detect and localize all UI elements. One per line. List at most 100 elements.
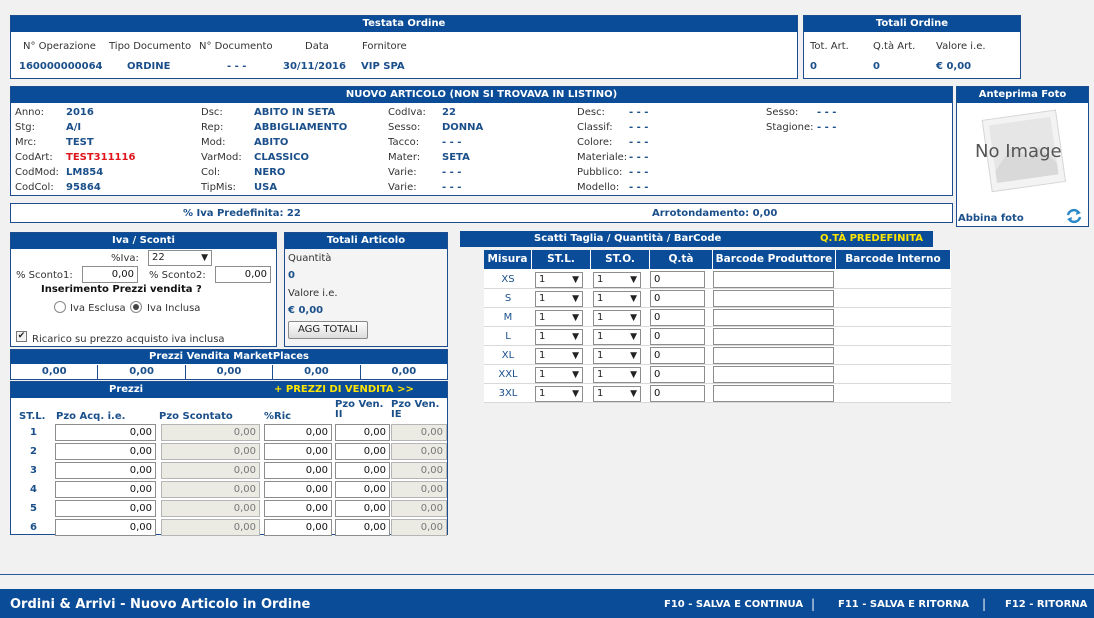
article-col4-value: - - - [629,107,649,118]
scatti-stl-select[interactable]: 1 ▼ [535,310,583,326]
refresh-icon[interactable] [1065,208,1083,224]
scatti-stl-select[interactable]: 1 ▼ [535,291,583,307]
totali-articolo-panel: Totali Articolo Quantità 0 Valore i.e. €… [284,232,448,347]
prezzi-acq-input[interactable]: 0,00 [55,481,156,498]
prezzi-ii-input[interactable]: 0,00 [335,519,390,536]
scatti-sto-value: 1 [597,312,604,323]
sconto2-input[interactable]: 0,00 [215,266,271,283]
scatti-sto-select[interactable]: 1 ▼ [593,367,641,383]
radio-iva-inclusa[interactable] [130,301,142,313]
article-col1-value: A/I [66,122,82,133]
footer-divider: | [811,597,816,611]
return-button[interactable]: F12 - RITORNA [1005,599,1087,610]
prezzi-row-stl: 1 [30,427,37,438]
prezzi-row-stl: 3 [30,465,37,476]
prezzi-header-acq: Pzo Acq. i.e. [56,411,126,422]
chevron-down-icon: ▼ [572,351,579,361]
scatti-sto-select[interactable]: 1 ▼ [593,310,641,326]
scatti-stl-select[interactable]: 1 ▼ [535,386,583,402]
save-return-button[interactable]: F11 - SALVA E RITORNA [838,599,969,610]
article-title: NUOVO ARTICOLO (NON SI TROVAVA IN LISTIN… [11,87,952,103]
article-col3-value: - - - [442,182,462,193]
default-iva-text: % Iva Predefinita: 22 [183,208,301,219]
prezzi-ii-input[interactable]: 0,00 [335,462,390,479]
prezzi-ric-input[interactable]: 0,00 [264,519,332,536]
scatti-barcode-input[interactable] [713,290,834,307]
match-photo-link[interactable]: Abbina foto [958,213,1024,224]
article-col3-label: Sesso: [388,122,421,133]
scatti-qty-input[interactable]: 0 [650,366,705,383]
prezzi-acq-input[interactable]: 0,00 [55,462,156,479]
scatti-stl-value: 1 [539,312,546,323]
prezzi-ii-input[interactable]: 0,00 [335,424,390,441]
prezzi-ric-input[interactable]: 0,00 [264,462,332,479]
prezzi-acq-input[interactable]: 0,00 [55,519,156,536]
chevron-down-icon: ▼ [630,294,637,304]
totali-articolo-title: Totali Articolo [285,233,447,249]
prezzi-ii-input[interactable]: 0,00 [335,500,390,517]
save-continue-button[interactable]: F10 - SALVA E CONTINUA [664,599,803,610]
scatti-barcode-input[interactable] [713,366,834,383]
prezzi-sco-input: 0,00 [161,424,260,441]
scatti-stl-select[interactable]: 1 ▼ [535,348,583,364]
article-col2-value: NERO [254,167,286,178]
scatti-stl-select[interactable]: 1 ▼ [535,329,583,345]
footer-divider: | [982,597,987,611]
page-title: Ordini & Arrivi - Nuovo Articolo in Ordi… [10,597,311,612]
prezzi-ric-input[interactable]: 0,00 [264,481,332,498]
totals-val-tot-art: 0 [810,61,817,72]
scatti-qty-input[interactable]: 0 [650,271,705,288]
prezzi-row-stl: 2 [30,446,37,457]
scatti-barcode-input[interactable] [713,271,834,288]
scatti-header-sto: ST.O. [591,250,650,269]
scatti-stl-select[interactable]: 1 ▼ [535,367,583,383]
prezzi-ii-input[interactable]: 0,00 [335,443,390,460]
scatti-sto-select[interactable]: 1 ▼ [593,272,641,288]
prezzi-ric-input[interactable]: 0,00 [264,443,332,460]
article-col2-value: USA [254,182,278,193]
scatti-stl-value: 1 [539,388,546,399]
prezzi-acq-input[interactable]: 0,00 [55,500,156,517]
prezzi-ie-input: 0,00 [391,424,447,441]
scatti-stl-select[interactable]: 1 ▼ [535,272,583,288]
scatti-size-label: 3XL [498,388,518,399]
prezzi-sco-input: 0,00 [161,462,260,479]
prezzi-acq-input[interactable]: 0,00 [55,424,156,441]
article-col1-value: TEST311116 [66,152,136,163]
scatti-barcode-input[interactable] [713,309,834,326]
iva-select[interactable]: 22 ▼ [148,250,212,266]
prezzi-header-ii: Pzo Ven. II [335,399,384,420]
scatti-qty-input[interactable]: 0 [650,290,705,307]
scatti-sto-select[interactable]: 1 ▼ [593,348,641,364]
scatti-sto-select[interactable]: 1 ▼ [593,291,641,307]
prezzi-acq-input[interactable]: 0,00 [55,443,156,460]
update-totals-button[interactable]: AGG TOTALI [288,321,368,339]
chevron-down-icon: ▼ [572,294,579,304]
iva-select-value: 22 [152,252,165,263]
totals-order-panel: Totali Ordine Tot. Art. Q.tà Art. Valore… [803,15,1021,79]
markup-checkbox[interactable]: ✔ [16,331,27,342]
scatti-sto-select[interactable]: 1 ▼ [593,386,641,402]
scatti-sto-select[interactable]: 1 ▼ [593,329,641,345]
article-col4-label: Materiale: [577,152,628,163]
prezzi-ric-input[interactable]: 0,00 [264,424,332,441]
default-qty-link[interactable]: Q.TÀ PREDEFINITA [820,231,923,247]
radio-iva-esclusa[interactable] [54,301,66,313]
scatti-title-bar: Scatti Taglia / Quantità / BarCode Q.TÀ … [460,231,933,247]
totals-col-valore: Valore i.e. [936,41,986,52]
scatti-qty-input[interactable]: 0 [650,309,705,326]
no-image-text: No Image [975,141,1062,162]
scatti-barcode-input[interactable] [713,328,834,345]
prezzi-ric-input[interactable]: 0,00 [264,500,332,517]
scatti-qty-input[interactable]: 0 [650,347,705,364]
sales-prices-link[interactable]: + PREZZI DI VENDITA >> [274,382,414,398]
scatti-size-label: M [503,312,513,323]
scatti-qty-input[interactable]: 0 [650,385,705,402]
scatti-header-stl: ST.L. [532,250,591,269]
scatti-barcode-input[interactable] [713,385,834,402]
scatti-barcode-input[interactable] [713,347,834,364]
header-val-operazione: 160000000064 [19,61,103,72]
prezzi-ii-input[interactable]: 0,00 [335,481,390,498]
sconto1-input[interactable]: 0,00 [82,266,138,283]
scatti-qty-input[interactable]: 0 [650,328,705,345]
